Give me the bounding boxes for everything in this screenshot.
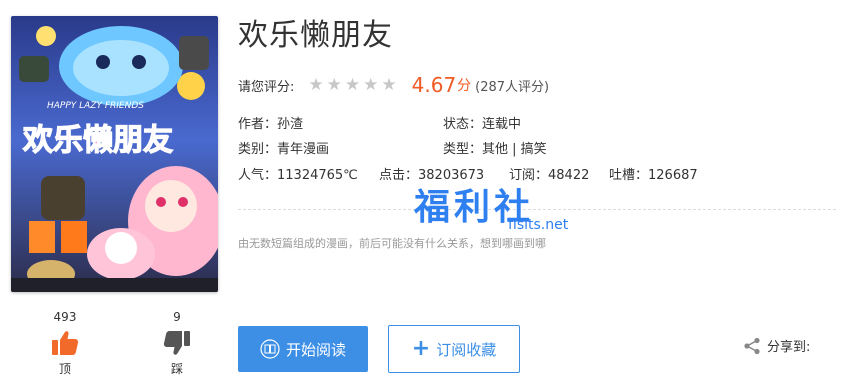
info-type: 类型：其他 | 搞笑	[443, 142, 547, 157]
rating-stars[interactable]: ★ ★ ★ ★ ★	[308, 76, 399, 94]
vote-down-label: 踩	[170, 362, 183, 376]
comic-title: 欢乐懒朋友	[238, 18, 393, 53]
star-icon[interactable]: ★	[327, 76, 342, 94]
book-icon	[260, 339, 280, 359]
watermark-url: flslts.net	[508, 217, 569, 233]
comic-cover[interactable]: HAPPY LAZY FRIENDS 欢乐懒朋友	[11, 16, 218, 292]
cover-chinese-title: 欢乐懒朋友	[22, 123, 173, 158]
subscribe-label: 订阅收藏	[436, 340, 497, 359]
plus-icon: +	[411, 336, 431, 361]
info-comments: 吐槽：126687	[609, 168, 698, 183]
share-icon[interactable]	[743, 337, 761, 355]
rating-row: 请您评分: ★ ★ ★ ★ ★ 4.67 分 (287人评分)	[238, 72, 549, 98]
comic-description: 由无数短篇组成的漫画，前后可能没有什么关系，想到哪画到哪	[238, 237, 546, 250]
thumbs-up-icon[interactable]	[51, 330, 79, 356]
info-subscriptions: 订阅：48422	[509, 168, 590, 183]
thumbs-down-icon[interactable]	[163, 330, 191, 356]
rating-score-unit: 分	[457, 78, 472, 94]
cover-english-title: HAPPY LAZY FRIENDS	[47, 101, 144, 111]
divider	[238, 209, 836, 210]
start-reading-label: 开始阅读	[285, 340, 346, 359]
cover-illustration: HAPPY LAZY FRIENDS 欢乐懒朋友	[11, 16, 218, 292]
rating-count: (287人评分)	[475, 79, 550, 95]
start-reading-button[interactable]: 开始阅读	[238, 326, 368, 372]
vote-up[interactable]: 493 顶	[45, 310, 85, 376]
share-label: 分享到:	[767, 340, 811, 355]
star-icon[interactable]: ★	[363, 76, 378, 94]
info-author: 作者：孙渣	[238, 117, 304, 132]
vote-up-count: 493	[53, 310, 77, 324]
subscribe-button[interactable]: + 订阅收藏	[388, 325, 520, 373]
info-popularity: 人气：11324765℃	[238, 168, 358, 183]
rating-label: 请您评分:	[238, 79, 295, 95]
vote-down[interactable]: 9 踩	[157, 310, 197, 376]
star-icon[interactable]: ★	[345, 76, 360, 94]
star-icon[interactable]: ★	[381, 76, 396, 94]
share-area[interactable]: 分享到:	[743, 336, 810, 355]
info-category: 类别：青年漫画	[238, 142, 330, 157]
rating-score: 4.67	[411, 73, 457, 97]
info-status: 状态：连载中	[443, 117, 522, 132]
vote-down-count: 9	[173, 310, 181, 324]
star-icon[interactable]: ★	[308, 76, 323, 94]
info-clicks: 点击：38203673	[379, 168, 485, 183]
vote-up-label: 顶	[58, 362, 71, 376]
